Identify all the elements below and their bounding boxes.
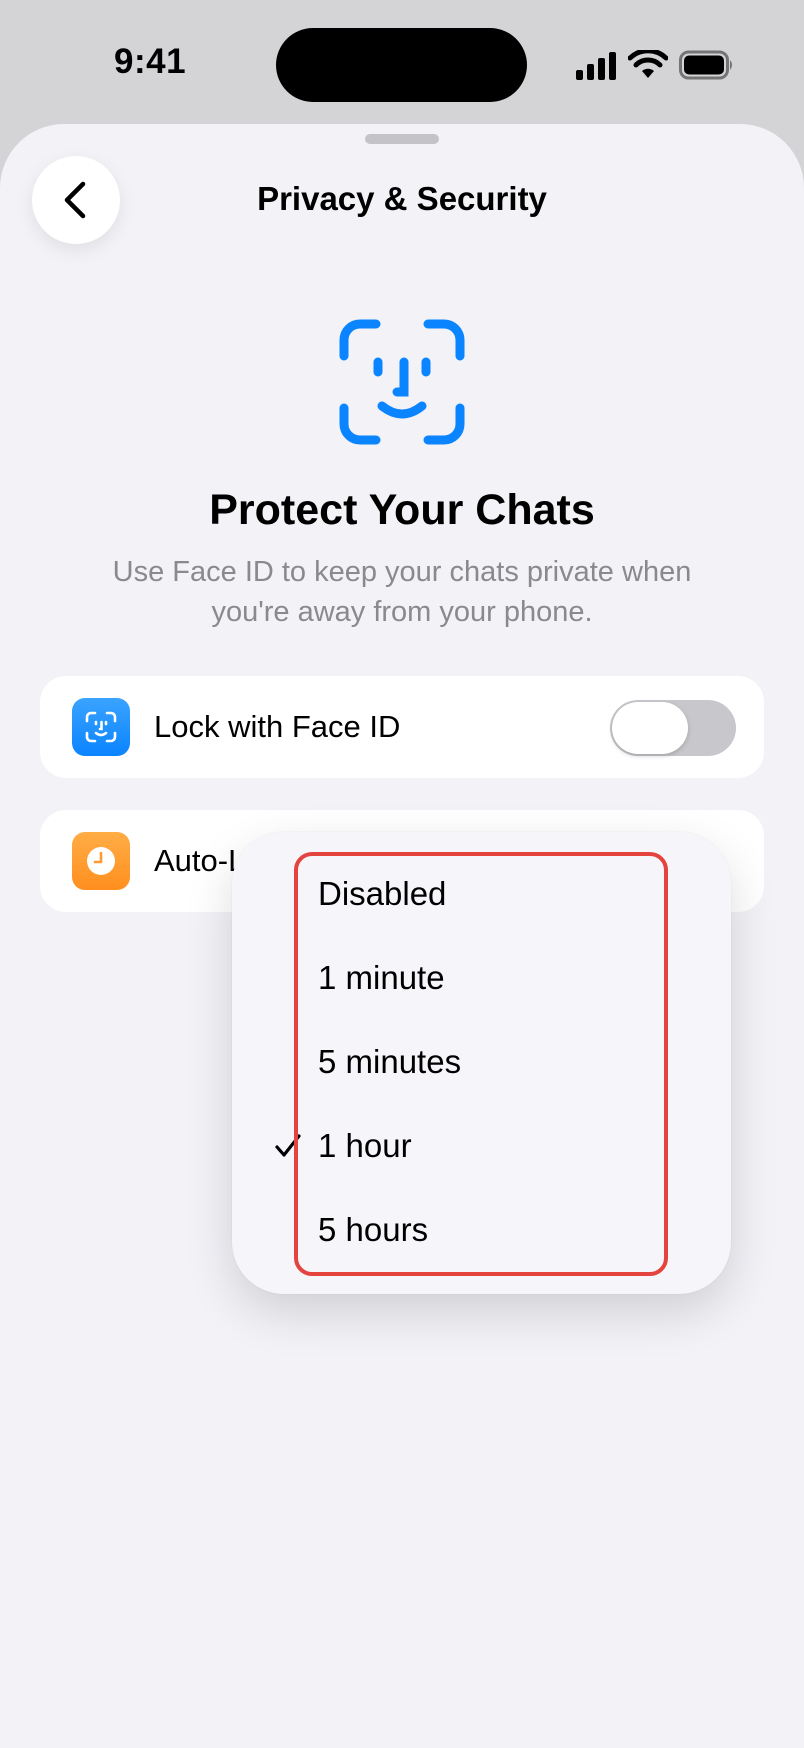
menu-item-1-hour[interactable]: 1 hour	[232, 1104, 731, 1188]
cellular-signal-icon	[576, 52, 616, 80]
face-id-toggle[interactable]	[610, 700, 736, 756]
menu-item-1-minute[interactable]: 1 minute	[232, 936, 731, 1020]
face-id-icon	[85, 711, 117, 743]
menu-item-disabled[interactable]: Disabled	[232, 852, 731, 936]
hero-title: Protect Your Chats	[209, 486, 595, 534]
menu-item-5-hours[interactable]: 5 hours	[232, 1188, 731, 1272]
battery-icon	[679, 50, 732, 80]
face-id-icon	[339, 319, 465, 445]
menu-item-label: 1 minute	[318, 959, 445, 996]
menu-item-label: 5 minutes	[318, 1043, 462, 1080]
toggle-knob	[612, 702, 688, 754]
face-id-row-icon	[72, 698, 130, 756]
menu-item-5-minutes[interactable]: 5 minutes	[232, 1020, 731, 1104]
status-time: 9:41	[114, 42, 187, 81]
menu-item-label: Disabled	[318, 875, 447, 912]
dynamic-island	[276, 28, 527, 102]
page-title: Privacy & Security	[257, 180, 547, 217]
checkmark-icon	[275, 1134, 301, 1157]
hero-subtitle: Use Face ID to keep your chats private w…	[112, 556, 692, 628]
auto-lock-menu: Disabled 1 minute 5 minutes 1 hour 5 hou…	[232, 832, 731, 1294]
menu-item-label: 1 hour	[318, 1127, 412, 1164]
face-id-label: Lock with Face ID	[154, 709, 401, 744]
auto-lock-row-icon	[72, 832, 130, 890]
sheet-grabber[interactable]	[365, 134, 439, 144]
wifi-icon	[628, 50, 668, 78]
clock-icon	[87, 847, 115, 875]
face-id-row[interactable]: Lock with Face ID	[40, 676, 764, 778]
status-bar: 9:41	[0, 0, 804, 124]
menu-item-label: 5 hours	[318, 1211, 429, 1248]
